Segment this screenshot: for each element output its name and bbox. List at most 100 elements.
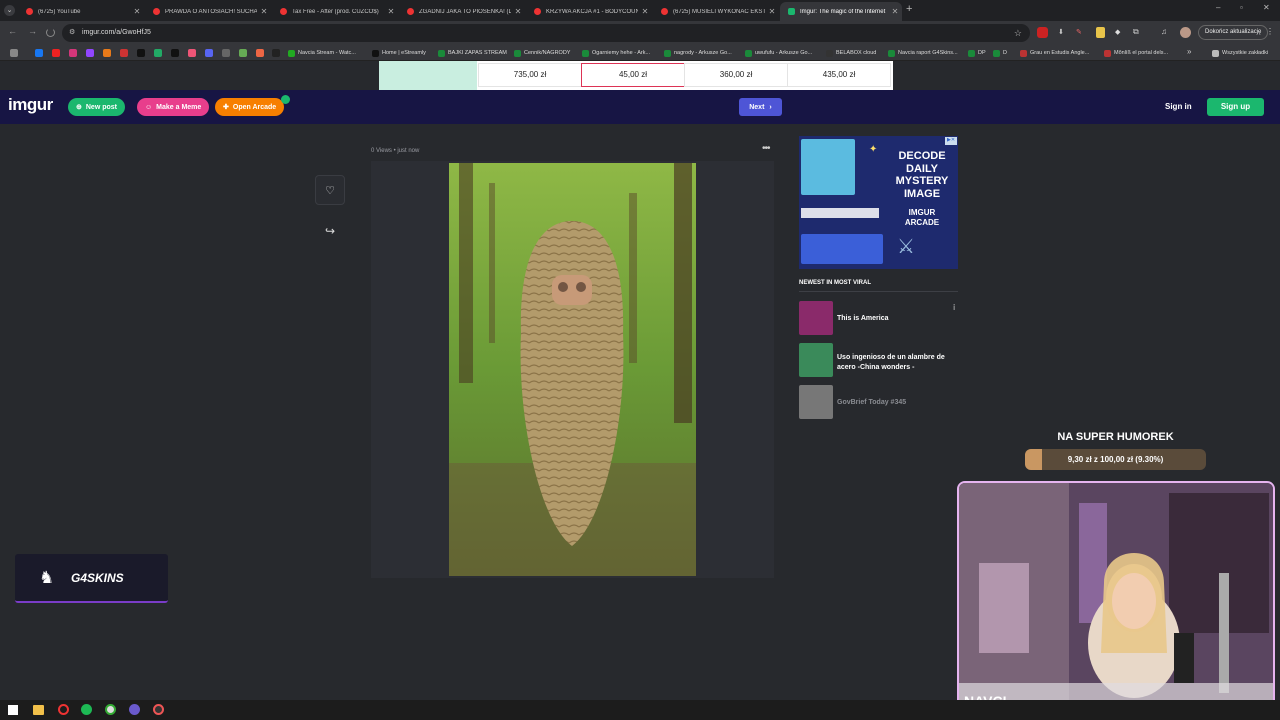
bookmark-item[interactable]: Home | eStreamly xyxy=(372,48,426,58)
tab-list-menu-icon[interactable]: ⌄ xyxy=(4,5,15,16)
discord-icon[interactable] xyxy=(205,49,213,57)
tiktok-icon[interactable] xyxy=(171,49,179,57)
forward-icon[interactable]: → xyxy=(28,26,37,36)
arcade-ad[interactable]: ▶✕ DECODE DAILY MYSTERY IMAGE IMGUR ARCA… xyxy=(799,136,958,269)
address-bar[interactable]: ⚙ imgur.com/a/GwoHfJ5 ☆ xyxy=(62,24,1030,42)
tab-close-icon[interactable]: ✕ xyxy=(130,7,144,16)
app-icon-6[interactable] xyxy=(129,704,140,715)
bookmark-icon-6[interactable] xyxy=(120,49,128,57)
opera-icon[interactable] xyxy=(58,704,69,715)
bookmark-item[interactable]: D xyxy=(993,48,1007,58)
post-options-icon[interactable]: ••• xyxy=(762,143,770,154)
tab-close-icon[interactable]: ✕ xyxy=(384,7,398,16)
x-twitter-icon[interactable] xyxy=(137,49,145,57)
window-close-button[interactable]: ✕ xyxy=(1263,3,1270,12)
bookmark-icon-13[interactable] xyxy=(239,49,247,57)
window-restore-button[interactable]: ▫ xyxy=(1240,3,1243,12)
viral-thumbnail[interactable] xyxy=(799,301,833,335)
tab-close-icon[interactable]: ✕ xyxy=(765,7,779,16)
twitch-icon[interactable] xyxy=(86,49,94,57)
favorite-button[interactable]: ♡ xyxy=(315,175,345,205)
bookmark-item[interactable]: Ogarniemy hehe - Ark... xyxy=(582,48,650,58)
bookmark-icon-14[interactable] xyxy=(256,49,264,57)
back-icon[interactable]: ← xyxy=(8,26,17,36)
viral-list-item[interactable]: GovBrief Today #345 xyxy=(799,385,958,421)
ad-price-4[interactable]: 435,00 zł xyxy=(787,63,891,87)
bookmark-item[interactable]: Navcia Stream - Watc... xyxy=(288,48,356,58)
facebook-icon[interactable] xyxy=(35,49,43,57)
imgur-logo[interactable]: imgur xyxy=(8,95,53,115)
browser-tab[interactable]: (6725) MUSIELI WYKONAĆ EKSTR ✕ xyxy=(653,2,779,21)
file-explorer-icon[interactable] xyxy=(33,705,44,715)
bookmark-item[interactable]: BAJKI ZAPAS STREAM xyxy=(438,48,507,58)
tab-close-icon[interactable]: ✕ xyxy=(511,7,525,16)
apps-grid-icon[interactable] xyxy=(10,49,18,57)
tab-close-icon[interactable]: ✕ xyxy=(888,7,902,16)
window-minimize-button[interactable]: – xyxy=(1216,3,1220,12)
bookmark-item[interactable]: Cennik/NAGRODY xyxy=(514,48,570,58)
viral-list-item[interactable]: This is America xyxy=(799,301,958,337)
browser-tab[interactable]: (6725) YouTube ✕ xyxy=(18,2,144,21)
bookmark-item[interactable]: Mõnlíß el portal dels... xyxy=(1104,48,1168,58)
ad-choices-icon[interactable]: ▶✕ xyxy=(945,137,957,145)
tab-close-icon[interactable]: ✕ xyxy=(638,7,652,16)
obs-icon[interactable] xyxy=(153,704,164,715)
bookmark-star-icon[interactable]: ☆ xyxy=(1014,24,1022,42)
profile-avatar[interactable] xyxy=(1180,27,1191,38)
spotify-icon[interactable] xyxy=(81,704,92,715)
open-arcade-button[interactable]: ✚ Open Arcade xyxy=(215,98,285,116)
viral-list-item[interactable]: Uso ingenioso de un alambre de acero -Ch… xyxy=(799,343,958,379)
extension-icon-3[interactable] xyxy=(1096,27,1105,38)
make-meme-button[interactable]: ☺ Make a Meme xyxy=(137,98,210,116)
bookmark-item[interactable]: nagrody - Arkusze Go... xyxy=(664,48,732,58)
extension-icon-1[interactable]: ⬇ xyxy=(1058,28,1064,36)
new-tab-button[interactable]: + xyxy=(906,3,912,15)
extension-icon-2[interactable]: ✎ xyxy=(1076,28,1082,36)
viral-title[interactable]: GovBrief Today #345 xyxy=(837,398,953,408)
extension-icon-4[interactable]: ◆ xyxy=(1115,28,1120,36)
bookmark-icon-8[interactable] xyxy=(154,49,162,57)
top-ad-banner[interactable]: 735,00 zł 45,00 zł 360,00 zł 435,00 zł xyxy=(379,61,893,90)
new-post-button[interactable]: ⊕ New post xyxy=(68,98,125,116)
sign-in-link[interactable]: Sign in xyxy=(1165,102,1192,111)
ad-price-2[interactable]: 45,00 zł xyxy=(581,63,685,87)
viral-title[interactable]: This is America xyxy=(837,314,953,324)
bookmark-item[interactable]: BELABOX cloud xyxy=(826,48,876,58)
tab-close-icon[interactable]: ✕ xyxy=(257,7,271,16)
chrome-icon[interactable] xyxy=(105,704,116,715)
bookmark-icon-15[interactable] xyxy=(272,49,280,57)
viral-title[interactable]: Uso ingenioso de un alambre de acero -Ch… xyxy=(837,353,953,372)
post-image[interactable] xyxy=(449,163,696,576)
bookmark-icon-12[interactable] xyxy=(222,49,230,57)
bookmark-item[interactable]: DP xyxy=(968,48,986,58)
media-controls-icon[interactable]: ♫ xyxy=(1161,27,1167,36)
viral-thumbnail[interactable] xyxy=(799,343,833,377)
browser-tab[interactable]: PRAWDA O ANTOSIACH! SUCHAR ✕ xyxy=(145,2,271,21)
browser-tab[interactable]: KRZYWA AKCJA #1 - BODYCOUN ✕ xyxy=(526,2,652,21)
all-bookmarks-folder[interactable]: Wszystkie zakładki xyxy=(1212,48,1268,58)
bookmark-icon-5[interactable] xyxy=(103,49,111,57)
browser-tab[interactable]: Imgur: The magic of the Internet ✕ xyxy=(780,2,902,21)
instagram-icon[interactable] xyxy=(69,49,77,57)
more-bookmarks-icon[interactable]: » xyxy=(1187,47,1191,56)
extensions-puzzle-icon[interactable]: ⧉ xyxy=(1133,27,1139,37)
loading-spinner-icon[interactable] xyxy=(46,28,55,37)
ad-price-1[interactable]: 735,00 zł xyxy=(478,63,582,87)
bookmark-icon-10[interactable] xyxy=(188,49,196,57)
next-button[interactable]: Next › xyxy=(739,98,782,116)
youtube-icon[interactable] xyxy=(52,49,60,57)
viral-thumbnail[interactable] xyxy=(799,385,833,419)
extension-icon-red[interactable] xyxy=(1037,27,1048,38)
bookmark-item[interactable]: Navcia raport G4Skins... xyxy=(888,48,958,58)
browser-tab[interactable]: ZGADNIJ JAKA TO PIOSENKA! (DA ✕ xyxy=(399,2,525,21)
sign-up-button[interactable]: Sign up xyxy=(1207,98,1264,116)
site-info-icon[interactable]: ⚙ xyxy=(69,24,75,42)
ad-price-3[interactable]: 360,00 zł xyxy=(684,63,788,87)
bookmark-item[interactable]: Grau en Estudis Angle... xyxy=(1020,48,1089,58)
share-button[interactable]: ↪ xyxy=(315,216,345,246)
bookmark-item[interactable]: uwufufu - Arkusze Go... xyxy=(745,48,812,58)
browser-tab[interactable]: Tax Free - After (prod. CUZCO$) ✕ xyxy=(272,2,398,21)
update-button[interactable]: Dokończ aktualizację xyxy=(1198,25,1269,40)
browser-menu-icon[interactable]: ⋮ xyxy=(1266,27,1274,36)
windows-start-icon[interactable] xyxy=(8,705,18,715)
